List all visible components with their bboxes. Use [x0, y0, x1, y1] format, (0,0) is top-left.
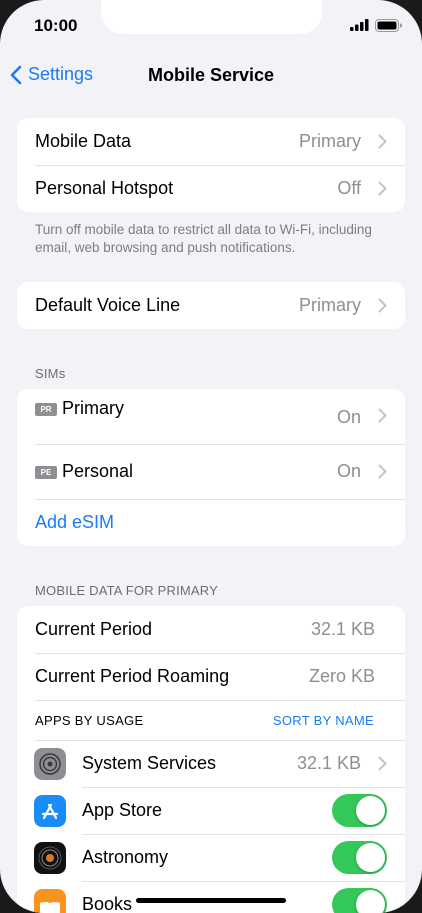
status-bar: 10:00	[0, 0, 422, 52]
usage-header: MOBILE DATA FOR PRIMARY	[35, 583, 219, 598]
roaming-label: Current Period Roaming	[35, 666, 230, 686]
sim-row-personal[interactable]: PE Personal On	[17, 444, 405, 499]
apps-by-usage-header: APPS BY USAGE	[35, 712, 144, 728]
astronomy-icon	[34, 841, 66, 874]
current-period-row: Current Period 32.1 KB	[17, 606, 405, 653]
chevron-right-icon	[378, 181, 387, 196]
sim-personal-label-wrap: PE Personal	[35, 461, 133, 482]
gear-icon	[34, 747, 66, 780]
sim-personal-value: On	[336, 461, 361, 481]
chevron-right-icon	[378, 464, 387, 479]
add-esim-button[interactable]: Add eSIM	[35, 512, 114, 533]
app-name: App Store	[82, 800, 163, 820]
app-row-system-services[interactable]: System Services 32.1 KB	[17, 740, 405, 787]
sim-personal-label: Personal	[62, 461, 134, 481]
add-esim-row: Add eSIM	[17, 499, 405, 546]
sim-row-primary[interactable]: PR Primary On	[17, 389, 405, 444]
home-indicator[interactable]	[136, 898, 286, 903]
sort-by-name-button[interactable]: SORT BY NAME	[273, 713, 374, 728]
sim-primary-label: Primary	[62, 398, 124, 418]
battery-icon	[375, 19, 402, 32]
mobile-data-footer: Turn off mobile data to restrict all dat…	[35, 222, 372, 255]
mobile-data-row[interactable]: Mobile Data Primary	[17, 118, 405, 165]
navigation-bar: Settings Mobile Service	[0, 56, 422, 96]
personal-hotspot-row[interactable]: Personal Hotspot Off	[17, 165, 405, 212]
chevron-right-icon	[378, 408, 387, 423]
app-row-app-store: App Store	[17, 787, 405, 834]
voice-line-group: Default Voice Line Primary	[17, 282, 405, 329]
status-time: 10:00	[34, 16, 78, 35]
app-name: Books	[82, 894, 133, 913]
sim-primary-value: On	[336, 407, 361, 427]
personal-hotspot-label: Personal Hotspot	[35, 178, 174, 198]
books-toggle[interactable]	[332, 888, 387, 913]
default-voice-line-row[interactable]: Default Voice Line Primary	[17, 282, 405, 329]
sims-group: PR Primary On PE Personal On Add eSIM	[17, 389, 405, 546]
app-name: System Services	[82, 753, 217, 773]
mobile-data-group: Mobile Data Primary Personal Hotspot Off	[17, 118, 405, 212]
sims-header: SIMs	[35, 366, 66, 381]
app-usage-value: 32.1 KB	[296, 753, 361, 773]
current-period-label: Current Period	[35, 619, 153, 639]
app-store-icon	[34, 794, 66, 827]
current-period-value: 32.1 KB	[310, 619, 375, 639]
apps-header-row: APPS BY USAGE SORT BY NAME	[17, 700, 405, 740]
sim-badge: PR	[35, 402, 57, 416]
default-voice-line-value: Primary	[299, 295, 361, 315]
default-voice-line-label: Default Voice Line	[35, 295, 181, 315]
chevron-right-icon	[378, 298, 387, 313]
astronomy-toggle[interactable]	[332, 841, 387, 874]
sim-badge: PE	[35, 465, 57, 479]
mobile-data-value: Primary	[299, 131, 361, 151]
cellular-signal-icon	[350, 19, 369, 31]
page-title: Mobile Service	[147, 65, 275, 85]
roaming-row: Current Period Roaming Zero KB	[17, 653, 405, 700]
app-row-books: Books	[17, 881, 405, 913]
chevron-right-icon	[378, 134, 387, 149]
roaming-value: Zero KB	[308, 666, 375, 686]
mobile-data-label: Mobile Data	[35, 131, 132, 151]
usage-group: Current Period 32.1 KB Current Period Ro…	[17, 606, 405, 913]
app-store-toggle[interactable]	[332, 794, 387, 827]
app-name: Astronomy	[82, 847, 169, 867]
phone-screen: 10:00 Settings Mobile Service Mobile Dat…	[0, 0, 422, 913]
app-row-astronomy: Astronomy	[17, 834, 405, 881]
chevron-right-icon	[378, 756, 387, 771]
books-icon	[34, 888, 66, 913]
personal-hotspot-value: Off	[337, 178, 361, 198]
sim-primary-label-wrap: PR Primary	[35, 398, 124, 419]
